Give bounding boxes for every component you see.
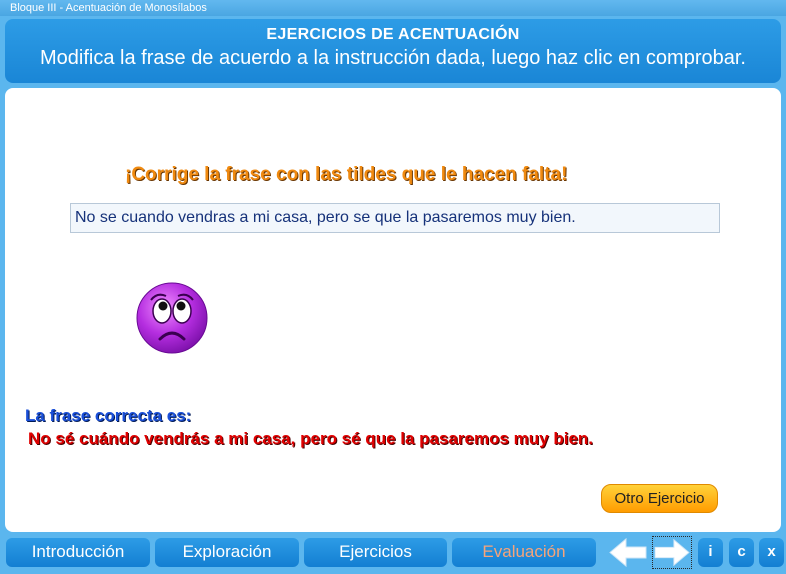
exercise-instruction: Modifica la frase de acuerdo a la instru… — [40, 47, 746, 69]
sentence-input[interactable] — [70, 203, 720, 233]
arrow-right-icon[interactable] — [652, 536, 692, 569]
exercise-content-area: ¡Corrige la frase con las tildes que le … — [5, 88, 781, 532]
tab-evaluacion[interactable]: Evaluación — [452, 538, 596, 567]
tab-introduccion[interactable]: Introducción — [6, 538, 150, 567]
credits-button[interactable]: c — [729, 538, 754, 567]
exercise-section-title: EJERCICIOS DE ACENTUACIÓN — [266, 26, 520, 43]
arrow-left-icon[interactable] — [608, 536, 648, 569]
sad-face-icon — [136, 282, 208, 354]
exercise-prompt: ¡Corrige la frase con las tildes que le … — [125, 164, 568, 185]
other-exercise-button[interactable]: Otro Ejercicio — [601, 484, 718, 513]
info-button[interactable]: i — [698, 538, 723, 567]
correct-sentence-label: La frase correcta es: — [25, 406, 192, 425]
window-title: Bloque III - Acentuación de Monosílabos — [0, 0, 786, 16]
tab-ejercicios[interactable]: Ejercicios — [304, 538, 447, 567]
tab-exploracion[interactable]: Exploración — [155, 538, 299, 567]
close-button[interactable]: x — [759, 538, 784, 567]
correct-sentence-text: No sé cuándo vendrás a mi casa, pero sé … — [28, 429, 594, 448]
header-panel: EJERCICIOS DE ACENTUACIÓN Modifica la fr… — [5, 19, 781, 83]
